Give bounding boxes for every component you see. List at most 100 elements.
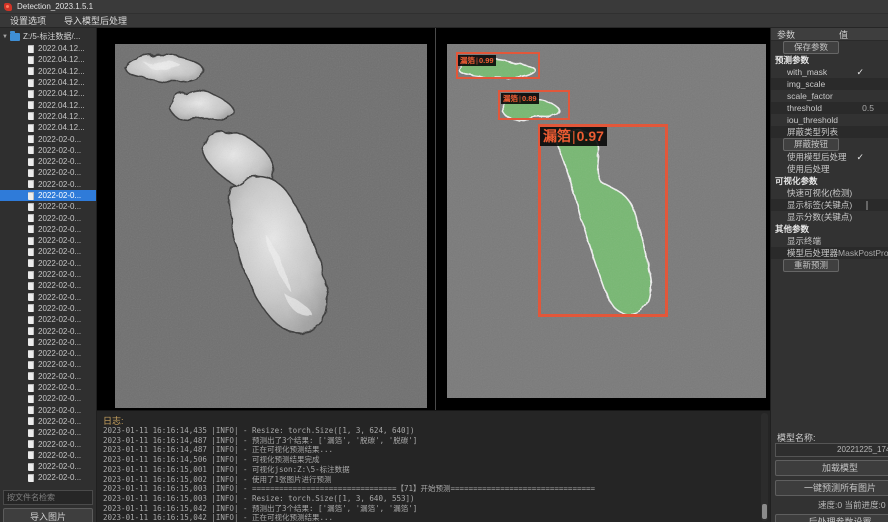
param-row[interactable]: 屏蔽按钮 ✓ [771,138,888,151]
param-row[interactable]: with_mask ✓ [771,66,888,78]
log-scrollbar[interactable] [761,413,768,521]
raw-image-viewer[interactable] [115,44,427,408]
tree-file-item[interactable]: 2022-02-0... [0,371,97,382]
checkbox[interactable] [866,201,868,210]
tree-file-item[interactable]: 2022-02-0... [0,303,97,314]
predict-all-button[interactable]: 一键预测所有图片 [775,480,888,496]
tree-file-item[interactable]: 2022-02-0... [0,235,97,246]
menu-item-settings[interactable]: 设置选项 [8,14,48,27]
tree-file-item[interactable]: 2022-02-0... [0,145,97,156]
file-icon [28,395,34,403]
tree-file-label: 2022-02-0... [38,417,81,426]
tree-file-item[interactable]: 2022.04.12... [0,88,97,99]
file-icon [28,293,34,301]
filename-search-input[interactable] [3,490,93,505]
tree-file-item[interactable]: 2022-02-0... [0,450,97,461]
param-row[interactable]: threshold 0.5 ✓ [771,102,888,114]
check-icon[interactable]: ✓ [856,152,864,163]
load-model-button[interactable]: 加载模型 [775,460,888,476]
param-row[interactable]: 模型后处理器 MaskPostPro ✓ [771,247,888,259]
tree-file-item[interactable]: 2022-02-0... [0,405,97,416]
tree-file-item[interactable]: 2022-02-0... [0,461,97,472]
param-row[interactable]: 预测参数 ✓ [771,54,888,66]
param-row[interactable]: 显示标签(关键点) ✓ [771,199,888,211]
param-row[interactable]: 重新预测 ✓ [771,259,888,272]
tree-file-item[interactable]: 2022-02-0... [0,212,97,223]
param-row[interactable]: 使用后处理 ✓ [771,163,888,175]
tree-file-item[interactable]: 2022-02-0... [0,337,97,348]
menu-item-import-postprocess[interactable]: 导入模型后处理 [62,14,129,27]
tree-file-label: 2022.04.12... [38,112,85,121]
tree-file-item[interactable]: 2022-02-0... [0,292,97,303]
tree-file-item[interactable]: 2022-02-0... [0,472,97,483]
param-label: iou_threshold [771,115,838,125]
file-icon [28,192,34,200]
param-row[interactable]: 快速可视化(检测) ✓ [771,187,888,199]
tree-file-item[interactable]: 2022-02-0... [0,167,97,178]
tree-file-item[interactable]: 2022.04.12... [0,66,97,77]
param-row[interactable]: iou_threshold ✓ [771,114,888,126]
tree-file-item[interactable]: 2022.04.12... [0,122,97,133]
tree-file-item[interactable]: 2022-02-0... [0,156,97,167]
log-scrollbar-thumb[interactable] [762,504,767,519]
file-icon [28,225,34,233]
postprocess-settings-button[interactable]: 后处理参数设置 [775,514,888,522]
param-row[interactable]: 显示分数(关键点) ✓ [771,211,888,223]
tree-file-item[interactable]: 2022-02-0... [0,269,97,280]
log-line: 2023-01-11 16:16:14,506 |INFO| - 可视化预测结果… [103,455,753,465]
tree-file-item[interactable]: 2022-02-0... [0,133,97,144]
tree-file-item[interactable]: 2022-02-0... [0,393,97,404]
tree-file-label: 2022.04.12... [38,123,85,132]
param-row[interactable]: 屏蔽类型列表 ✓ [771,126,888,138]
chevron-down-icon[interactable]: ▼ [0,34,10,40]
tree-file-item[interactable]: 2022-02-0... [0,325,97,336]
tree-file-item[interactable]: 2022-02-0... [0,438,97,449]
tree-file-label: 2022.04.12... [38,101,85,110]
tree-file-item[interactable]: 2022-02-0... [0,314,97,325]
param-row[interactable]: scale_factor ✓ [771,90,888,102]
param-row[interactable]: 使用模型后处理 ✓ [771,151,888,163]
tree-file-label: 2022-02-0... [38,372,81,381]
param-row[interactable]: img_scale ✓ [771,78,888,90]
file-icon [28,417,34,425]
tree-file-item[interactable]: 2022.04.12... [0,77,97,88]
tree-file-item[interactable]: 2022.04.12... [0,54,97,65]
param-row[interactable]: 可视化参数 ✓ [771,175,888,187]
tree-file-label: 2022-02-0... [38,168,81,177]
prediction-image-viewer[interactable]: 漏箔|0.99 漏箔|0.89 漏箔|0.97 [447,44,766,398]
tree-file-label: 2022-02-0... [38,473,81,482]
param-value[interactable]: 0.5 [862,103,874,113]
tree-file-item[interactable]: 2022-02-0... [0,224,97,235]
import-images-button[interactable]: 导入图片 [3,508,93,522]
param-row[interactable]: 保存参数 ✓ [771,41,888,54]
param-label: 模型后处理器 [771,247,838,259]
param-value[interactable]: MaskPostPro [838,248,888,258]
param-label: 显示终端 [771,235,821,247]
detection-label-2: 漏箔|0.89 [501,93,539,104]
detection-score: 0.99 [479,56,494,65]
tree-file-item[interactable]: 2022-02-0... [0,201,97,212]
tree-file-item[interactable]: 2022-02-0... [0,348,97,359]
tree-file-item[interactable]: 2022.04.12... [0,99,97,110]
tree-file-item[interactable]: 2022.04.12... [0,43,97,54]
model-name-field[interactable]: 20221225_174813... [775,443,888,457]
param-label: 重新预测 [783,259,839,272]
tree-file-label: 2022-02-0... [38,135,81,144]
tree-file-item[interactable]: 2022-02-0... [0,246,97,257]
param-label: threshold [771,103,822,113]
tree-file-item[interactable]: 2022-02-0... [0,280,97,291]
tree-file-item[interactable]: 2022-02-0... [0,179,97,190]
tree-file-item[interactable]: 2022.04.12... [0,111,97,122]
tree-file-item[interactable]: 2022-02-0... [0,382,97,393]
param-label: scale_factor [771,91,833,101]
tree-file-item[interactable]: 2022-02-0... [0,258,97,269]
tree-file-item[interactable]: 2022-02-0... [0,190,97,201]
param-row[interactable]: 显示终端 ✓ [771,235,888,247]
tree-file-item[interactable]: 2022-02-0... [0,416,97,427]
tree-root-folder[interactable]: ▼ Z:/5-标注数据/... [0,30,97,43]
tree-file-item[interactable]: 2022-02-0... [0,359,97,370]
tree-file-item[interactable]: 2022-02-0... [0,427,97,438]
title-bar: Detection_2023.1.5.1 [0,0,888,14]
param-row[interactable]: 其他参数 ✓ [771,223,888,235]
check-icon[interactable]: ✓ [856,67,864,78]
